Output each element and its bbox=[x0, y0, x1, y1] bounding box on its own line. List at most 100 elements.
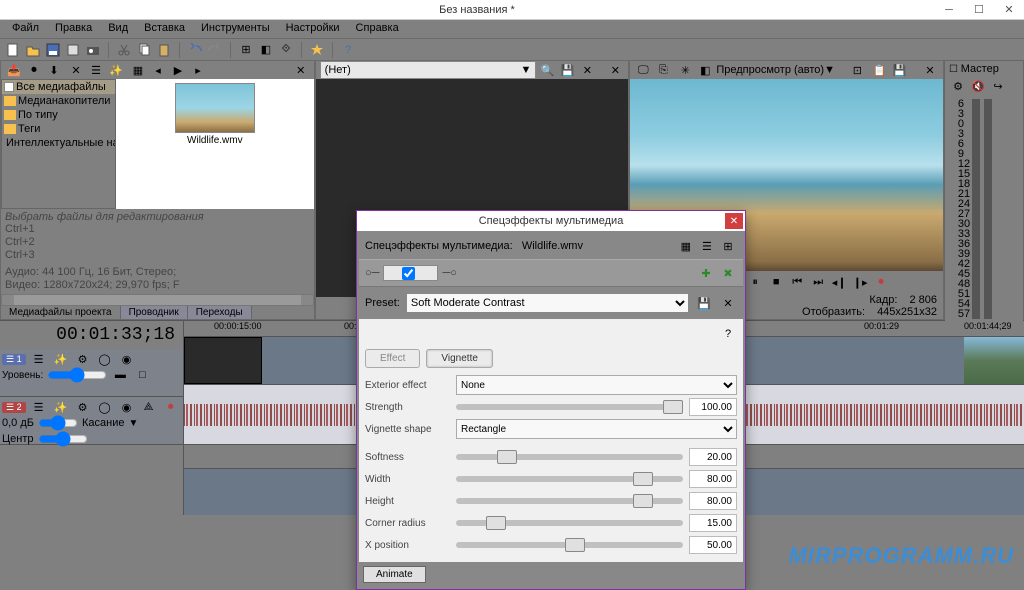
fx-xpos-slider[interactable] bbox=[456, 542, 683, 548]
import-icon[interactable]: 📥 bbox=[5, 61, 23, 79]
fx-panel-icon[interactable]: ☰ bbox=[698, 237, 716, 255]
fx-height-value[interactable]: 80.00 bbox=[689, 492, 737, 510]
ripple-icon[interactable]: ◧ bbox=[257, 41, 275, 59]
track-v-fx-icon[interactable]: ✨ bbox=[52, 350, 70, 368]
maximize-button[interactable]: ☐ bbox=[964, 1, 994, 19]
fx-add-icon[interactable]: ✚ bbox=[697, 264, 715, 282]
fx-shape-select[interactable]: Rectangle bbox=[456, 419, 737, 439]
tree-all-media[interactable]: Все медиафайлы bbox=[2, 80, 115, 94]
track-v-auto-icon[interactable]: ⚙ bbox=[74, 350, 92, 368]
media-prop-icon[interactable]: ☰ bbox=[87, 61, 105, 79]
menu-edit[interactable]: Правка bbox=[47, 20, 100, 38]
menu-insert[interactable]: Вставка bbox=[136, 20, 193, 38]
track-a-rec-icon[interactable]: ⏺ bbox=[162, 398, 180, 416]
pv-stepfwd-icon[interactable]: ❙▸ bbox=[851, 273, 869, 291]
pv-rec-icon[interactable]: ⏺ bbox=[872, 273, 890, 291]
fx-height-slider[interactable] bbox=[456, 498, 683, 504]
fx-exterior-select[interactable]: None bbox=[456, 375, 737, 395]
trimmer-remove-icon[interactable]: ✕ bbox=[578, 61, 596, 79]
fx-xpos-value[interactable]: 50.00 bbox=[689, 536, 737, 554]
track-v-level-slider[interactable] bbox=[47, 367, 107, 383]
trimmer-close-icon[interactable]: ✕ bbox=[606, 61, 624, 79]
preview-overlay-icon[interactable]: ⊡ bbox=[848, 61, 866, 79]
help-icon[interactable]: ? bbox=[339, 41, 357, 59]
close-panel-icon[interactable]: ✕ bbox=[292, 61, 310, 79]
track-v-opt1-icon[interactable]: ▬ bbox=[111, 366, 129, 384]
pv-pause-icon[interactable]: ⏸ bbox=[746, 273, 764, 291]
preview-save-icon[interactable]: 💾 bbox=[890, 61, 908, 79]
preview-copy-icon[interactable]: 📋 bbox=[870, 61, 888, 79]
menu-settings[interactable]: Настройки bbox=[278, 20, 348, 38]
media-fx-icon[interactable]: ✨ bbox=[107, 61, 125, 79]
save-icon[interactable] bbox=[44, 41, 62, 59]
fx-strength-slider[interactable] bbox=[456, 404, 683, 410]
capture-icon[interactable]: ⏺ bbox=[25, 61, 43, 79]
pv-start-icon[interactable]: ⏮ bbox=[788, 273, 806, 291]
redo-icon[interactable] bbox=[206, 41, 224, 59]
fx-chain-node[interactable] bbox=[383, 265, 438, 281]
menu-help[interactable]: Справка bbox=[348, 20, 407, 38]
play-media-icon[interactable]: ▶ bbox=[169, 61, 187, 79]
view-icon[interactable]: ▦ bbox=[129, 61, 147, 79]
paste-icon[interactable] bbox=[155, 41, 173, 59]
track-a-fx-icon[interactable]: ✨ bbox=[52, 398, 70, 416]
fx-corner-value[interactable]: 15.00 bbox=[689, 514, 737, 532]
video-clip-2[interactable] bbox=[964, 337, 1024, 384]
media-thumb-wildlife[interactable]: Wildlife.wmv bbox=[175, 83, 255, 146]
open-icon[interactable] bbox=[24, 41, 42, 59]
cut-icon[interactable] bbox=[115, 41, 133, 59]
video-clip-1[interactable] bbox=[184, 337, 262, 384]
tree-drives[interactable]: Медианакопители bbox=[2, 94, 115, 108]
fx-corner-slider[interactable] bbox=[456, 520, 683, 526]
menu-file[interactable]: Файл bbox=[4, 20, 47, 38]
trimmer-zoom-icon[interactable]: 🔍 bbox=[538, 61, 556, 79]
preview-fx-icon[interactable]: ✳ bbox=[676, 61, 694, 79]
fx-width-value[interactable]: 80.00 bbox=[689, 470, 737, 488]
trimmer-save-icon[interactable]: 💾 bbox=[558, 61, 576, 79]
fx-tab-effect[interactable]: Effect bbox=[365, 349, 420, 368]
fx-preset-select[interactable]: Soft Moderate Contrast bbox=[406, 293, 689, 313]
fx-chain-icon[interactable]: ▦ bbox=[677, 237, 695, 255]
tree-tags[interactable]: Теги bbox=[2, 122, 115, 136]
fx-icon[interactable] bbox=[308, 41, 326, 59]
trimmer-dropdown[interactable]: (Нет)▼ bbox=[320, 61, 537, 79]
pv-stepback-icon[interactable]: ◂❙ bbox=[830, 273, 848, 291]
preview-quality-dropdown[interactable]: Предпросмотр (авто)▼ bbox=[716, 64, 846, 76]
fx-animate-button[interactable]: Animate bbox=[363, 566, 426, 583]
remove-icon[interactable]: ✕ bbox=[67, 61, 85, 79]
prev-icon[interactable]: ◂ bbox=[149, 61, 167, 79]
fx-width-slider[interactable] bbox=[456, 476, 683, 482]
preview-device-icon[interactable]: 🖵 bbox=[634, 61, 652, 79]
track-v-opt2-icon[interactable]: □ bbox=[133, 366, 151, 384]
new-icon[interactable] bbox=[4, 41, 22, 59]
menu-tools[interactable]: Инструменты bbox=[193, 20, 278, 38]
fx-dock-icon[interactable]: ⊞ bbox=[719, 237, 737, 255]
fx-help-icon[interactable]: ? bbox=[719, 325, 737, 343]
fx-strength-value[interactable]: 100.00 bbox=[689, 398, 737, 416]
copy-icon[interactable] bbox=[135, 41, 153, 59]
track-a-pan-slider[interactable] bbox=[38, 431, 88, 447]
tab-transitions[interactable]: Переходы bbox=[188, 306, 252, 319]
minimize-button[interactable]: ─ bbox=[934, 1, 964, 19]
tab-project-media[interactable]: Медиафайлы проекта bbox=[1, 306, 121, 319]
menu-view[interactable]: Вид bbox=[100, 20, 136, 38]
close-button[interactable]: ✕ bbox=[994, 1, 1024, 19]
undo-icon[interactable] bbox=[186, 41, 204, 59]
track-a-vol-slider[interactable] bbox=[38, 415, 78, 431]
master-mute-icon[interactable]: 🔇 bbox=[969, 77, 987, 95]
autocross-icon[interactable]: ⟐ bbox=[277, 41, 295, 59]
preview-close-icon[interactable]: ✕ bbox=[921, 61, 939, 79]
master-out-icon[interactable]: ↪ bbox=[989, 77, 1007, 95]
media-scrollbar[interactable] bbox=[1, 294, 314, 306]
fx-enable-checkbox[interactable] bbox=[402, 267, 415, 280]
pv-stop-icon[interactable]: ■ bbox=[767, 273, 785, 291]
fx-close-button[interactable]: ✕ bbox=[725, 213, 743, 229]
tree-smart[interactable]: Интеллектуальные накопители bbox=[2, 136, 115, 150]
track-a-phase-icon[interactable]: ⟁ bbox=[140, 398, 158, 416]
fx-preset-save-icon[interactable]: 💾 bbox=[695, 294, 713, 312]
pv-end-icon[interactable]: ⏭ bbox=[809, 273, 827, 291]
render-icon[interactable] bbox=[84, 41, 102, 59]
properties-icon[interactable] bbox=[64, 41, 82, 59]
track-a-solo-icon[interactable]: ◉ bbox=[118, 398, 136, 416]
tree-by-type[interactable]: По типу bbox=[2, 108, 115, 122]
